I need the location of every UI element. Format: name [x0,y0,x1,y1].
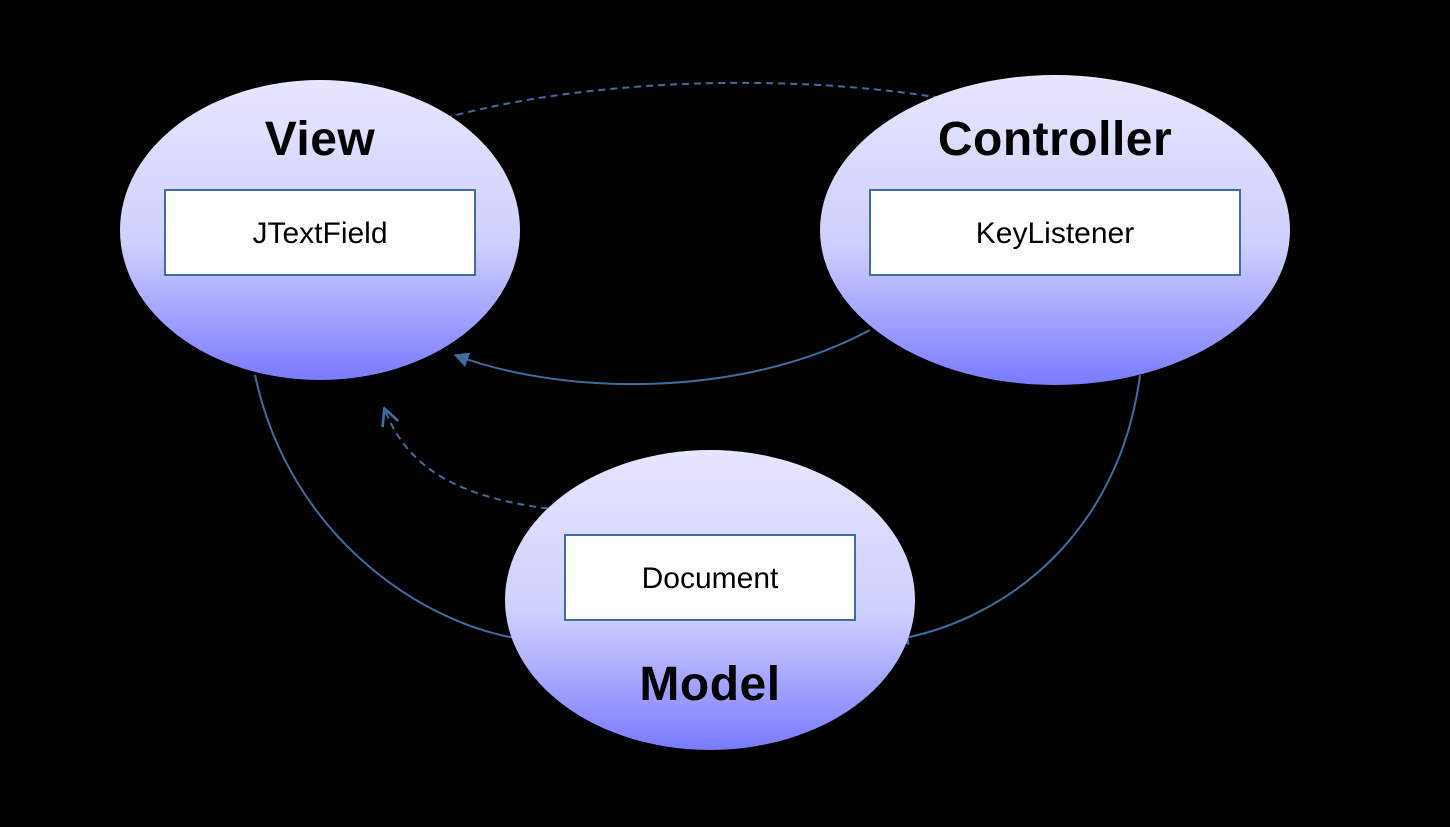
node-view-box-label: JTextField [252,217,387,250]
node-model: Document Model [505,450,915,750]
edge-view-to-model [255,375,530,640]
node-view-title: View [265,113,376,166]
node-controller-box-label: KeyListener [976,217,1134,250]
edge-model-to-view [385,410,560,510]
node-controller-title: Controller [938,113,1172,166]
node-view: View JTextField [120,80,520,380]
node-model-title: Model [639,658,780,711]
edge-controller-to-view [455,330,870,384]
node-model-box-label: Document [642,562,779,595]
node-controller: Controller KeyListener [820,75,1290,385]
edge-controller-to-model [895,375,1140,640]
